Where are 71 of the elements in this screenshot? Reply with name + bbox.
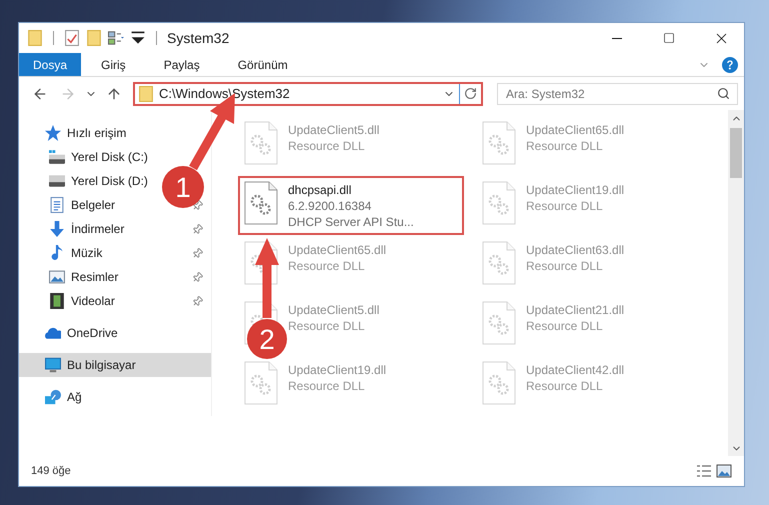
properties-icon[interactable] bbox=[64, 30, 80, 46]
search-icon[interactable] bbox=[717, 86, 730, 100]
sidebar-item[interactable]: OneDrive bbox=[19, 321, 124, 345]
file-detail: Resource DLL bbox=[288, 318, 366, 334]
sidebar-item[interactable]: Yerel Disk (D:) bbox=[19, 169, 154, 193]
file-detail: Resource DLL bbox=[526, 258, 604, 274]
folder-icon bbox=[27, 30, 43, 46]
step-marker bbox=[247, 319, 287, 359]
settings-file-icon bbox=[482, 301, 516, 345]
ribbon-tab[interactable]: Paylaş bbox=[146, 53, 218, 76]
large-icons-view-button[interactable] bbox=[714, 464, 734, 478]
customize-dropdown-icon[interactable] bbox=[130, 30, 146, 46]
folder-icon bbox=[138, 86, 154, 102]
view-options-icon[interactable] bbox=[108, 30, 124, 46]
drive-icon bbox=[49, 173, 65, 189]
sidebar-item[interactable]: Hızlı erişim bbox=[19, 121, 132, 145]
sidebar-item[interactable]: Yerel Disk (C:) bbox=[19, 145, 154, 169]
settings-file-icon bbox=[244, 361, 278, 405]
sidebar-item[interactable]: Ağ bbox=[19, 385, 88, 409]
file-detail: Resource DLL bbox=[288, 138, 366, 154]
sidebar-item[interactable]: İndirmeler bbox=[19, 217, 130, 241]
settings-file-icon bbox=[482, 121, 516, 165]
star-icon bbox=[45, 125, 61, 141]
window-title: System32 bbox=[167, 30, 230, 46]
sidebar-item[interactable]: Videolar bbox=[19, 289, 121, 313]
network-icon bbox=[45, 389, 61, 405]
search-field[interactable]: Ara: System32 bbox=[497, 82, 738, 104]
sidebar-item[interactable]: Müzik bbox=[19, 241, 108, 265]
file-detail: Resource DLL bbox=[288, 378, 366, 394]
address-bar[interactable]: C:\Windows\System32 bbox=[133, 82, 483, 106]
sidebar-item[interactable]: Bu bilgisayar bbox=[19, 353, 211, 377]
ribbon-tab[interactable]: Giriş bbox=[83, 53, 144, 76]
list-icon bbox=[696, 464, 712, 478]
file-detail: 6.2.9200.16384 bbox=[288, 198, 372, 214]
scrollbar[interactable] bbox=[728, 110, 744, 456]
image-icon bbox=[716, 464, 732, 478]
drive-icon bbox=[49, 149, 65, 165]
step-number: 2 bbox=[259, 324, 275, 355]
cloud-icon bbox=[45, 325, 61, 341]
file-tab[interactable]: Dosya bbox=[19, 53, 82, 76]
details-view-button[interactable] bbox=[694, 464, 714, 478]
file-detail: Resource DLL bbox=[526, 138, 604, 154]
refresh-icon bbox=[464, 87, 477, 100]
file-detail: Resource DLL bbox=[526, 198, 604, 214]
settings-file-icon bbox=[244, 181, 278, 225]
scroll-thumb[interactable] bbox=[730, 128, 742, 178]
settings-file-icon bbox=[482, 241, 516, 285]
settings-file-icon bbox=[482, 361, 516, 405]
settings-file-icon bbox=[244, 121, 278, 165]
sidebar-item[interactable]: Belgeler bbox=[19, 193, 122, 217]
file-detail: Resource DLL bbox=[526, 378, 604, 394]
file-detail: Resource DLL bbox=[288, 258, 366, 274]
file-detail: DHCP Server API Stu... bbox=[288, 214, 414, 230]
step-number: 1 bbox=[175, 172, 191, 203]
download-icon bbox=[49, 221, 65, 237]
step-marker bbox=[162, 166, 204, 208]
file-detail: Resource DLL bbox=[526, 318, 604, 334]
ribbon-tab[interactable]: Görünüm bbox=[220, 53, 306, 76]
help-icon bbox=[722, 56, 738, 72]
film-icon bbox=[49, 293, 65, 309]
address-path: C:\Windows\System32 bbox=[159, 86, 291, 101]
maximize-icon bbox=[663, 32, 675, 44]
item-count: 149 öğe bbox=[31, 465, 72, 477]
file-name[interactable]: dhcpsapi.dll bbox=[288, 182, 414, 198]
document-icon bbox=[49, 197, 65, 213]
monitor-icon bbox=[45, 357, 61, 373]
music-note-icon bbox=[49, 245, 65, 261]
sidebar-item[interactable]: Resimler bbox=[19, 265, 124, 289]
file-item[interactable]: dhcpsapi.dll 6.2.9200.16384 DHCP Server API Stu... bbox=[238, 176, 464, 235]
settings-file-icon bbox=[482, 181, 516, 225]
picture-icon bbox=[49, 269, 65, 285]
